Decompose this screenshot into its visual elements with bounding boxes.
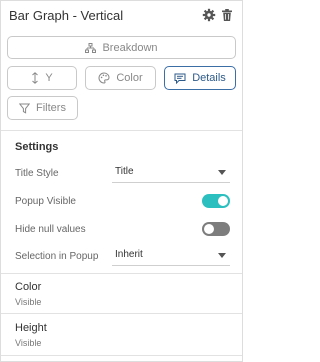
details-label: Details — [192, 72, 226, 84]
property-name[interactable]: Height — [15, 322, 47, 334]
property-value: Visible — [15, 338, 42, 348]
divider — [1, 273, 242, 274]
speech-bubble-icon — [174, 73, 186, 84]
divider — [1, 313, 242, 314]
gear-icon[interactable] — [202, 8, 216, 22]
hierarchy-icon — [85, 42, 97, 53]
divider — [1, 355, 242, 356]
selection-popup-label: Selection in Popup — [15, 251, 99, 262]
color-button[interactable]: Color — [85, 66, 156, 90]
chevron-down-icon — [218, 170, 226, 175]
selection-popup-value: Inherit — [115, 249, 143, 260]
selection-popup-select[interactable]: Inherit — [112, 247, 230, 266]
hide-null-toggle[interactable] — [202, 222, 230, 236]
color-label: Color — [116, 72, 143, 84]
title-style-label: Title Style — [15, 168, 59, 179]
divider — [1, 130, 242, 131]
chevron-down-icon — [218, 253, 226, 258]
panel-header: Bar Graph - Vertical — [1, 1, 242, 31]
trash-icon[interactable] — [220, 8, 234, 22]
hide-null-label: Hide null values — [15, 224, 86, 235]
y-button[interactable]: Y — [7, 66, 77, 90]
panel-title: Bar Graph - Vertical — [9, 8, 124, 23]
y-label: Y — [45, 72, 53, 84]
funnel-icon — [19, 103, 31, 114]
toggle-knob — [218, 196, 228, 206]
breakdown-button[interactable]: Breakdown — [7, 36, 236, 59]
filters-label: Filters — [36, 102, 66, 114]
property-name[interactable]: Color — [15, 281, 41, 293]
filters-button[interactable]: Filters — [7, 96, 78, 120]
breakdown-label: Breakdown — [102, 41, 158, 54]
settings-title: Settings — [15, 141, 59, 153]
popup-visible-label: Popup Visible — [15, 196, 76, 207]
details-button[interactable]: Details — [164, 66, 236, 90]
toggle-knob — [204, 224, 214, 234]
title-style-value: Title — [115, 166, 134, 177]
property-value: Visible — [15, 297, 42, 307]
title-style-select[interactable]: Title — [112, 164, 230, 183]
popup-visible-toggle[interactable] — [202, 194, 230, 208]
properties-panel: Bar Graph - Vertical Breakdown Y Color D… — [0, 0, 243, 362]
palette-icon — [98, 72, 110, 84]
vertical-arrows-icon — [31, 72, 39, 84]
